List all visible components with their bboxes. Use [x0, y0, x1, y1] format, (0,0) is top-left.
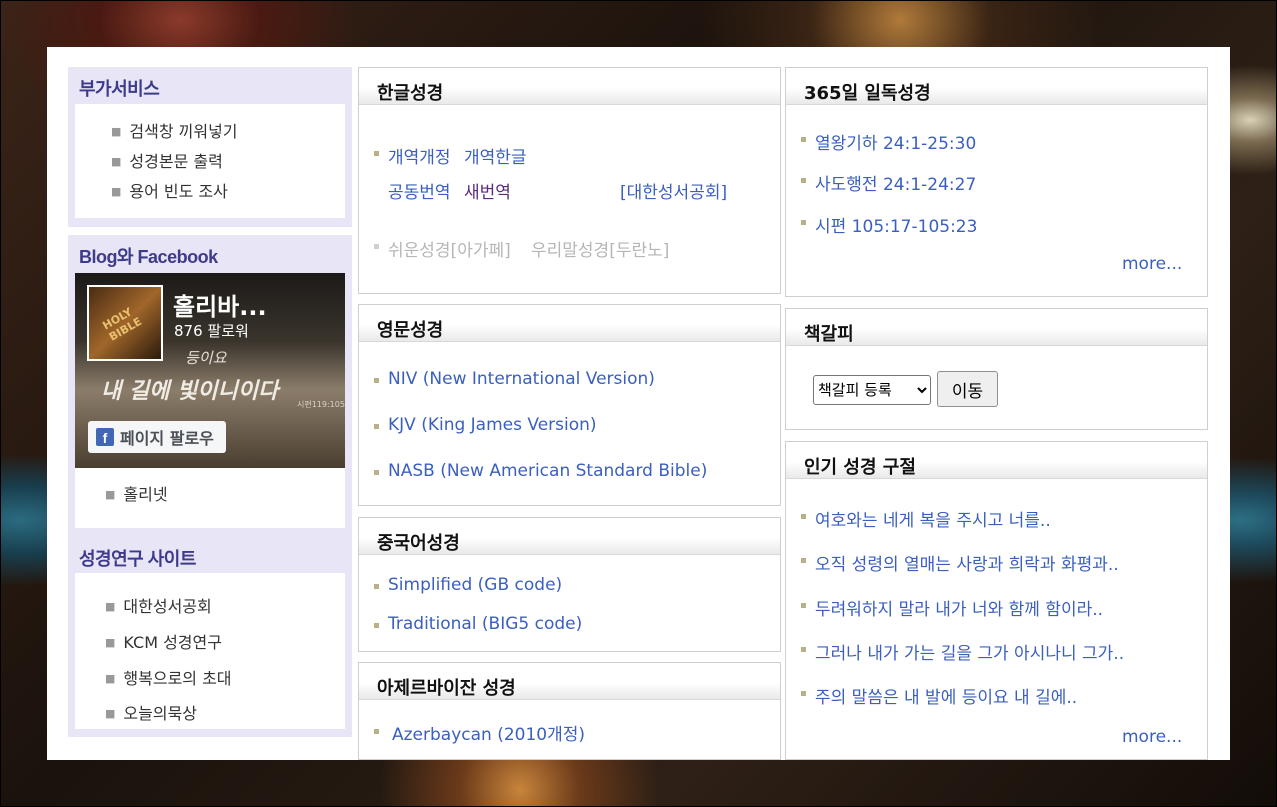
english-bible-title: 영문성경	[377, 320, 444, 341]
blog-item-holynet[interactable]: ■ 홀리넷	[105, 481, 168, 505]
bookmark-title: 책갈피	[804, 324, 854, 345]
research-title: 성경연구 사이트	[79, 549, 196, 569]
services-list: ■ 검색창 끼워넣기 ■ 성경본문 출력 ■ 용어 빈도 조사	[75, 104, 345, 218]
facebook-follow-button[interactable]: f 페이지 팔로우	[88, 421, 226, 453]
azerbaijani-bible-box: 아제르바이잔 성경 Azerbaycan (2010개정)	[358, 662, 781, 760]
bookmark-go-button[interactable]: 이동	[937, 371, 998, 407]
daily-reading-item[interactable]: 열왕기하 24:1-25:30	[815, 129, 976, 154]
chinese-bible-traditional[interactable]: Traditional (BIG5 code)	[388, 614, 582, 634]
blog-facebook-title: Blog와 Facebook	[79, 247, 218, 267]
english-bible-niv[interactable]: NIV (New International Version)	[388, 369, 655, 389]
korean-bible-revised-korean[interactable]: 개역한글	[464, 143, 527, 168]
content-panel: 부가서비스 ■ 검색창 끼워넣기 ■ 성경본문 출력 ■ 용어 빈도 조사 Blog와…	[47, 47, 1230, 760]
services-title: 부가서비스	[79, 79, 160, 99]
research-list: ■ 대한성서공회 ■ KCM 성경연구 ■ 행복으로의 초대 ■ 오늘의묵상	[75, 573, 345, 729]
chinese-bible-box: 중국어성경 Simplified (GB code) Traditional (…	[358, 517, 781, 652]
popular-verse-item[interactable]: 그러나 내가 가는 길을 그가 아시나니 그가..	[815, 639, 1124, 664]
facebook-page-widget[interactable]: HOLY BIBLE 홀리바... 876 팔로워 등이요 내 길에 빛이니이다…	[75, 273, 345, 468]
korean-bible-new-translation[interactable]: 새번역	[464, 178, 511, 203]
english-bible-box: 영문성경 NIV (New International Version) KJV…	[358, 304, 781, 506]
facebook-icon: f	[96, 428, 114, 446]
daily-reading-title: 365일 일독성경	[804, 83, 931, 104]
korean-bible-revised-standard[interactable]: 개역개정	[388, 143, 451, 168]
azerbaijani-bible-title: 아제르바이잔 성경	[377, 678, 516, 699]
daily-reading-item[interactable]: 시편 105:17-105:23	[815, 212, 977, 237]
facebook-followers: 876 팔로워	[174, 322, 249, 340]
korean-bible-society-link[interactable]: [대한성서공회]	[620, 178, 727, 203]
research-item-happiness-invite[interactable]: ■ 행복으로의 초대	[105, 665, 232, 689]
bookmark-box: 책갈피 책갈피 등록 이동	[785, 308, 1208, 430]
korean-bible-box: 한글성경 개역개정 개역한글 공동번역 새번역 [대한성서공회] 쉬운성경[아가…	[358, 67, 781, 294]
korean-bible-woorimal-duranno: 우리말성경[두란노]	[531, 241, 670, 261]
popular-verses-box: 인기 성경 구절 여호와는 네게 복을 주시고 너를.. 오직 성령의 열매는 …	[785, 441, 1208, 760]
chinese-bible-title: 중국어성경	[377, 533, 460, 554]
korean-bible-title: 한글성경	[377, 83, 444, 104]
facebook-page-thumbnail[interactable]: HOLY BIBLE	[87, 285, 163, 361]
popular-verse-item[interactable]: 주의 말씀은 내 발에 등이요 내 길에..	[815, 683, 1077, 708]
popular-verse-item[interactable]: 오직 성령의 열매는 사랑과 희락과 화평과..	[815, 550, 1119, 575]
chinese-bible-simplified[interactable]: Simplified (GB code)	[388, 575, 562, 595]
popular-verses-more-link[interactable]: more...	[1122, 727, 1182, 747]
cover-text-1: 등이요	[185, 349, 227, 367]
services-box: 부가서비스 ■ 검색창 끼워넣기 ■ 성경본문 출력 ■ 용어 빈도 조사	[68, 67, 352, 227]
korean-bible-common-translation[interactable]: 공동번역	[388, 178, 451, 203]
popular-verse-item[interactable]: 여호와는 네게 복을 주시고 너를..	[815, 506, 1051, 531]
english-bible-nasb[interactable]: NASB (New American Standard Bible)	[388, 461, 707, 481]
daily-reading-box: 365일 일독성경 열왕기하 24:1-25:30 사도행전 24:1-24:2…	[785, 67, 1208, 297]
research-item-bible-society[interactable]: ■ 대한성서공회	[105, 593, 212, 617]
service-item-print[interactable]: ■ 성경본문 출력	[111, 148, 223, 172]
cover-text-3: 시편119:105	[297, 400, 345, 409]
blog-facebook-box: Blog와 Facebook HOLY BIBLE 홀리바... 876 팔로워…	[68, 235, 352, 737]
korean-bible-easy-agape: 쉬운성경[아가페]	[388, 241, 511, 261]
facebook-page-name[interactable]: 홀리바...	[173, 287, 267, 322]
english-bible-kjv[interactable]: KJV (King James Version)	[388, 415, 597, 435]
daily-reading-more-link[interactable]: more...	[1122, 254, 1182, 274]
popular-verses-title: 인기 성경 구절	[804, 457, 916, 478]
research-item-daily-meditation[interactable]: ■ 오늘의묵상	[105, 700, 197, 724]
service-item-word-frequency[interactable]: ■ 용어 빈도 조사	[111, 178, 228, 202]
daily-reading-item[interactable]: 사도행전 24:1-24:27	[815, 170, 976, 195]
cover-text-2: 내 길에 빛이니이다	[101, 378, 279, 404]
azerbaijani-bible-2010[interactable]: Azerbaycan (2010개정)	[392, 720, 585, 745]
popular-verse-item[interactable]: 두려워하지 말라 내가 너와 함께 함이라..	[815, 595, 1103, 620]
blog-list: ■ 홀리넷	[75, 468, 345, 528]
service-item-search-embed[interactable]: ■ 검색창 끼워넣기	[111, 118, 238, 142]
research-item-kcm[interactable]: ■ KCM 성경연구	[105, 629, 222, 653]
bookmark-select[interactable]: 책갈피 등록	[813, 375, 931, 405]
